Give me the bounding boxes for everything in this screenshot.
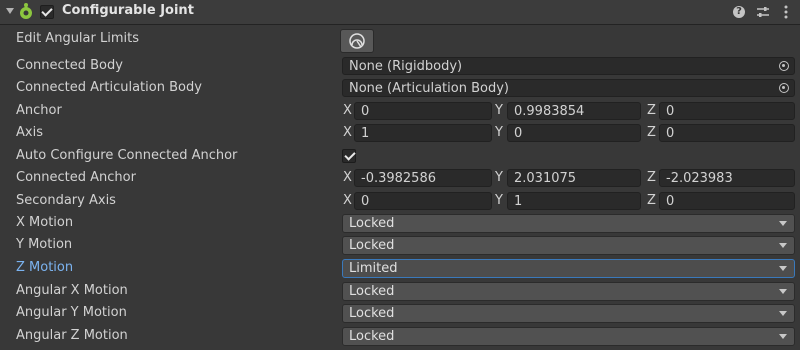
- anchor-y-field[interactable]: 0.9983854: [507, 102, 641, 120]
- auto-configure-checkbox[interactable]: [342, 149, 356, 163]
- secondary-axis-z-field[interactable]: 0: [659, 192, 795, 210]
- row-axis: Axis X 1 Y 0 Z 0: [0, 122, 800, 144]
- row-z-motion: Z Motion Limited: [0, 257, 800, 279]
- angular-x-motion-dropdown[interactable]: Locked: [342, 282, 795, 301]
- axis-y-field[interactable]: 0: [507, 124, 641, 142]
- row-connected-articulation-body: Connected Articulation Body None (Articu…: [0, 77, 800, 99]
- dropdown-arrow-icon: [779, 266, 787, 271]
- dropdown-arrow-icon: [779, 243, 787, 248]
- connected-anchor-z-letter[interactable]: Z: [647, 170, 656, 185]
- row-x-motion: X Motion Locked: [0, 212, 800, 234]
- z-motion-label: Z Motion: [16, 260, 74, 275]
- axis-label: Axis: [16, 125, 43, 140]
- edit-angular-limits-icon: [349, 33, 365, 49]
- row-angular-z-motion: Angular Z Motion Locked: [0, 325, 800, 347]
- secondary-axis-z-letter[interactable]: Z: [647, 193, 656, 208]
- dropdown-arrow-icon: [779, 334, 787, 339]
- presets-icon[interactable]: [755, 4, 771, 20]
- x-motion-label: X Motion: [16, 215, 74, 230]
- angular-y-motion-dropdown[interactable]: Locked: [342, 304, 795, 323]
- axis-x-letter[interactable]: X: [343, 125, 352, 140]
- connected-anchor-y-letter[interactable]: Y: [495, 170, 503, 185]
- more-menu-icon[interactable]: [778, 4, 794, 20]
- connected-articulation-body-field[interactable]: None (Articulation Body): [342, 79, 795, 97]
- object-picker-icon[interactable]: [779, 83, 789, 93]
- angular-y-motion-label: Angular Y Motion: [16, 305, 127, 320]
- dropdown-arrow-icon: [779, 289, 787, 294]
- y-motion-label: Y Motion: [16, 237, 73, 252]
- row-auto-configure-connected-anchor: Auto Configure Connected Anchor: [0, 145, 800, 167]
- row-anchor: Anchor X 0 Y 0.9983854 Z 0: [0, 100, 800, 122]
- connected-anchor-label: Connected Anchor: [16, 170, 136, 185]
- anchor-z-field[interactable]: 0: [659, 102, 795, 120]
- object-picker-icon[interactable]: [779, 61, 789, 71]
- connected-anchor-x-letter[interactable]: X: [343, 170, 352, 185]
- secondary-axis-y-letter[interactable]: Y: [495, 193, 503, 208]
- x-motion-dropdown[interactable]: Locked: [342, 214, 795, 233]
- connected-articulation-body-label: Connected Articulation Body: [16, 80, 202, 95]
- configurable-joint-icon: [20, 3, 32, 19]
- dropdown-arrow-icon: [779, 311, 787, 316]
- anchor-y-letter[interactable]: Y: [495, 103, 503, 118]
- secondary-axis-x-letter[interactable]: X: [343, 193, 352, 208]
- secondary-axis-label: Secondary Axis: [16, 193, 116, 208]
- auto-configure-label: Auto Configure Connected Anchor: [16, 148, 238, 163]
- z-motion-dropdown[interactable]: Limited: [342, 259, 795, 278]
- axis-x-field[interactable]: 1: [354, 124, 492, 142]
- row-y-motion: Y Motion Locked: [0, 234, 800, 256]
- edit-angular-limits-button[interactable]: [340, 29, 374, 53]
- secondary-axis-y-field[interactable]: 1: [507, 192, 641, 210]
- help-icon[interactable]: ?: [731, 4, 747, 20]
- row-connected-anchor: Connected Anchor X -0.3982586 Y 2.031075…: [0, 167, 800, 189]
- component-header[interactable]: Configurable Joint ?: [0, 0, 800, 25]
- connected-anchor-x-field[interactable]: -0.3982586: [354, 169, 492, 187]
- row-secondary-axis: Secondary Axis X 0 Y 1 Z 0: [0, 190, 800, 212]
- angular-z-motion-dropdown[interactable]: Locked: [342, 327, 795, 346]
- anchor-label: Anchor: [16, 103, 62, 118]
- axis-z-letter[interactable]: Z: [647, 125, 656, 140]
- connected-body-field[interactable]: None (Rigidbody): [342, 57, 795, 75]
- anchor-z-letter[interactable]: Z: [647, 103, 656, 118]
- row-edit-angular-limits: Edit Angular Limits: [0, 28, 800, 53]
- row-angular-y-motion: Angular Y Motion Locked: [0, 302, 800, 324]
- angular-z-motion-label: Angular Z Motion: [16, 328, 128, 343]
- anchor-x-letter[interactable]: X: [343, 103, 352, 118]
- edit-angular-limits-label: Edit Angular Limits: [16, 31, 139, 46]
- dropdown-arrow-icon: [779, 221, 787, 226]
- foldout-arrow-icon[interactable]: [6, 8, 14, 14]
- y-motion-dropdown[interactable]: Locked: [342, 236, 795, 255]
- axis-y-letter[interactable]: Y: [495, 125, 503, 140]
- angular-x-motion-label: Angular X Motion: [16, 283, 128, 298]
- component-enabled-checkbox[interactable]: [40, 5, 54, 19]
- row-connected-body: Connected Body None (Rigidbody): [0, 55, 800, 77]
- component-title: Configurable Joint: [62, 3, 194, 18]
- anchor-x-field[interactable]: 0: [354, 102, 492, 120]
- connected-anchor-z-field[interactable]: -2.023983: [659, 169, 795, 187]
- axis-z-field[interactable]: 0: [659, 124, 795, 142]
- connected-anchor-y-field[interactable]: 2.031075: [507, 169, 641, 187]
- secondary-axis-x-field[interactable]: 0: [354, 192, 492, 210]
- row-angular-x-motion: Angular X Motion Locked: [0, 280, 800, 302]
- connected-body-label: Connected Body: [16, 58, 123, 73]
